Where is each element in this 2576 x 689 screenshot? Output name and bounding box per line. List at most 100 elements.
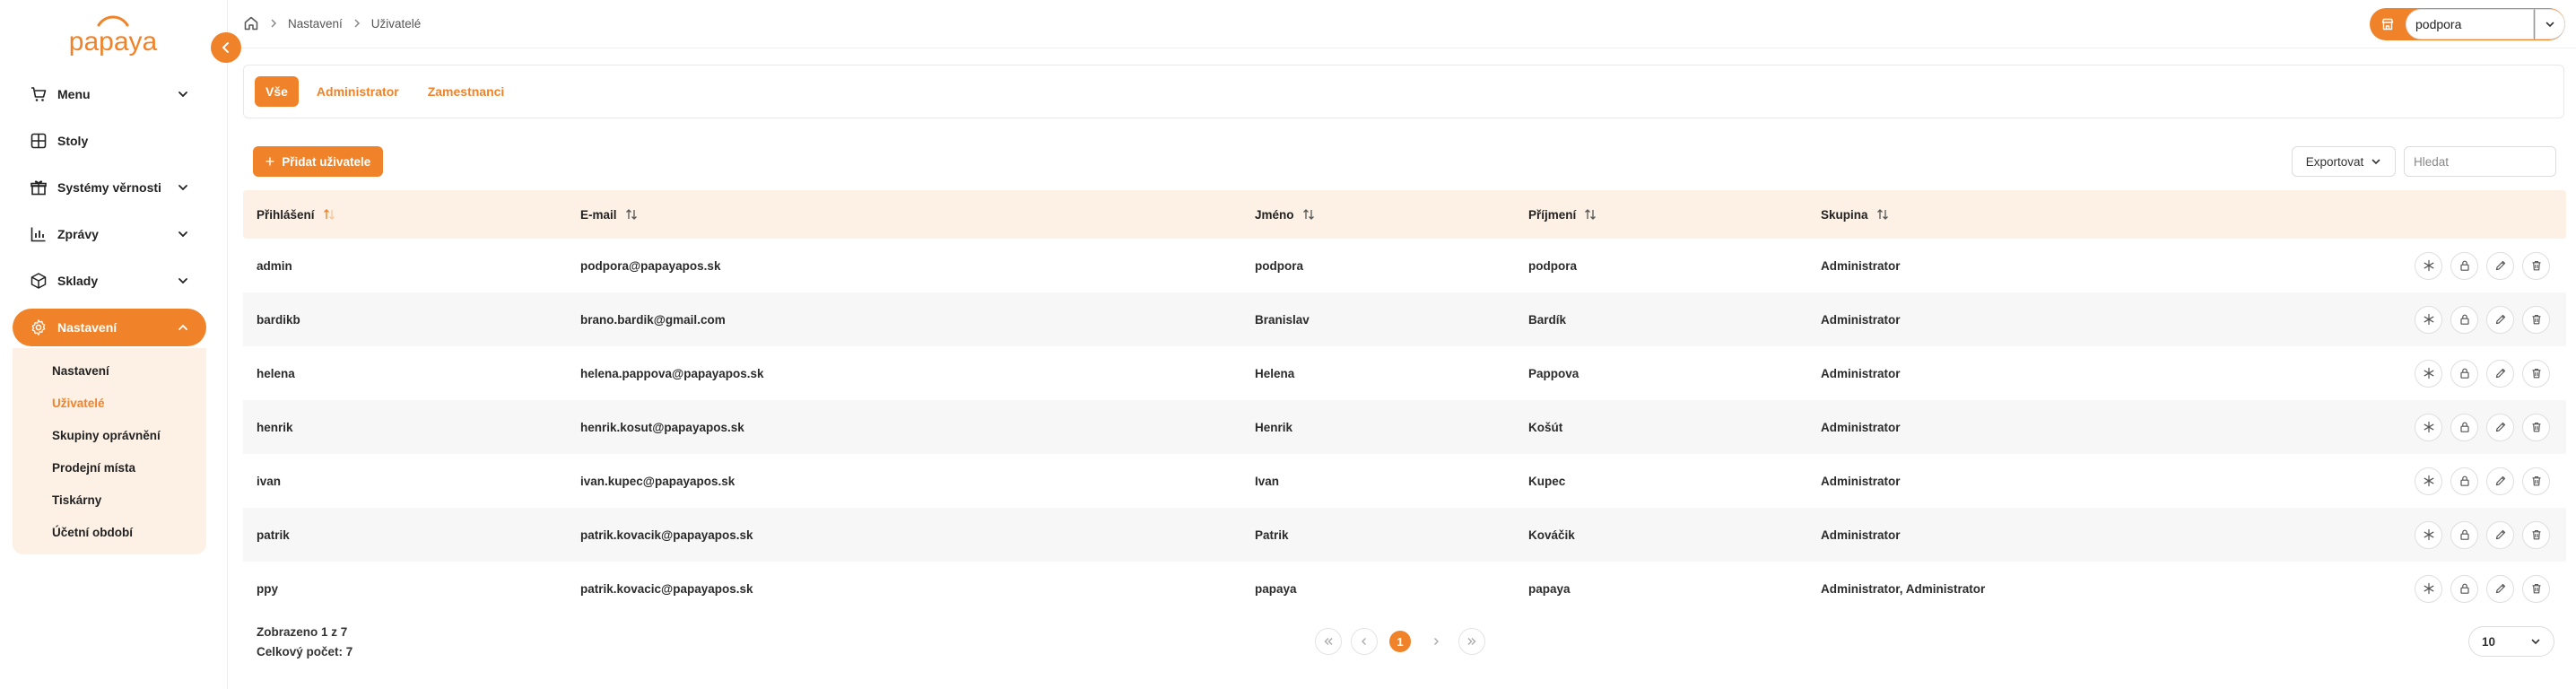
cell-login: bardikb [257, 312, 300, 327]
submenu-item-permission-groups[interactable]: Skupiny oprávnění [13, 420, 206, 452]
delete-user-button[interactable] [2522, 305, 2550, 334]
export-dropdown[interactable]: Exportovat [2292, 146, 2396, 177]
breadcrumb-users: Uživatelé [370, 16, 422, 31]
prev-page-button[interactable] [1351, 628, 1378, 655]
tab-all[interactable]: Vše [255, 76, 299, 107]
delete-user-button[interactable] [2522, 251, 2550, 280]
reset-password-button[interactable] [2415, 467, 2442, 495]
lock-user-button[interactable] [2450, 251, 2478, 280]
table-row: bardikb brano.bardik@gmail.com Branislav Ba… [243, 292, 2566, 346]
page-size-select[interactable]: 10 [2468, 626, 2554, 657]
submenu-item-accounting-periods[interactable]: Účetní období [13, 517, 206, 549]
bar-chart-icon [29, 224, 48, 244]
edit-user-button[interactable] [2486, 359, 2514, 388]
cell-first-name: papaya [1255, 581, 1297, 596]
edit-user-button[interactable] [2486, 251, 2514, 280]
column-header-first-name[interactable]: Jméno [1241, 207, 1515, 222]
sidebar-item-menu[interactable]: Menu [13, 75, 206, 113]
chevron-down-icon [2530, 636, 2541, 647]
cell-first-name: podpora [1255, 258, 1303, 273]
submenu-item-settings[interactable]: Nastavení [13, 355, 206, 388]
store-select-value[interactable]: podpora [2406, 9, 2534, 39]
row-actions [2345, 520, 2566, 549]
cell-group: Administrator [1821, 312, 1901, 327]
column-header-group[interactable]: Skupina [1807, 207, 2345, 222]
reset-password-button[interactable] [2415, 359, 2442, 388]
edit-user-button[interactable] [2486, 467, 2514, 495]
lock-icon [2459, 475, 2469, 486]
store-select[interactable]: podpora [2370, 8, 2565, 40]
lock-user-button[interactable] [2450, 359, 2478, 388]
cell-first-name: Branislav [1255, 312, 1310, 327]
sidebar-nav: Menu Stoly Systémy věrnosti Zprávy Sklad… [13, 75, 206, 554]
cell-group: Administrator [1821, 366, 1901, 380]
delete-user-button[interactable] [2522, 413, 2550, 441]
cell-login: henrik [257, 420, 293, 434]
row-actions [2345, 413, 2566, 441]
home-icon[interactable] [243, 15, 259, 31]
lock-icon [2459, 422, 2469, 432]
add-user-label: Přidat uživatele [282, 154, 371, 169]
table-row: ppy patrik.kovacic@papayapos.sk papaya papa… [243, 562, 2566, 615]
cell-first-name: Ivan [1255, 474, 1280, 488]
page-1-button[interactable]: 1 [1389, 631, 1411, 652]
tab-employees[interactable]: Zamestnanci [413, 76, 519, 107]
reset-password-button[interactable] [2415, 305, 2442, 334]
sidebar-item-warehouses[interactable]: Sklady [13, 262, 206, 300]
reset-password-button[interactable] [2415, 413, 2442, 441]
submenu-item-points-of-sale[interactable]: Prodejní místa [13, 452, 206, 484]
submenu-item-printers[interactable]: Tiskárny [13, 484, 206, 517]
papaya-logo[interactable]: papaya [61, 13, 165, 63]
table-row: admin podpora@papayapos.sk podpora podpora A… [243, 239, 2566, 292]
delete-user-button[interactable] [2522, 520, 2550, 549]
column-header-last-name[interactable]: Příjmení [1515, 207, 1807, 222]
collapse-sidebar-button[interactable] [211, 32, 241, 63]
asterisk-icon [2424, 475, 2433, 487]
trash-icon [2532, 368, 2540, 379]
table-row: henrik henrik.kosut@papayapos.sk Henrik Koš… [243, 400, 2566, 454]
tab-administrator[interactable]: Administrator [302, 76, 413, 107]
store-icon [2370, 8, 2406, 40]
export-label: Exportovat [2305, 154, 2364, 169]
row-actions [2345, 574, 2566, 603]
gear-icon [29, 318, 48, 337]
column-label: E-mail [580, 207, 617, 222]
trash-icon [2532, 314, 2540, 325]
submenu-item-users[interactable]: Uživatelé [13, 388, 206, 420]
column-header-login[interactable]: Přihlášení [243, 207, 567, 222]
reset-password-button[interactable] [2415, 574, 2442, 603]
row-actions [2345, 305, 2566, 334]
lock-user-button[interactable] [2450, 305, 2478, 334]
add-user-button[interactable]: + Přidat uživatele [253, 146, 383, 177]
edit-user-button[interactable] [2486, 413, 2514, 441]
first-page-button[interactable] [1315, 628, 1342, 655]
reset-password-button[interactable] [2415, 520, 2442, 549]
cell-group: Administrator [1821, 420, 1901, 434]
sidebar-item-stoly[interactable]: Stoly [13, 122, 206, 160]
chevron-down-icon[interactable] [2535, 9, 2565, 39]
delete-user-button[interactable] [2522, 359, 2550, 388]
edit-user-button[interactable] [2486, 305, 2514, 334]
last-page-button[interactable] [1458, 628, 1485, 655]
box-icon [29, 271, 48, 291]
lock-user-button[interactable] [2450, 467, 2478, 495]
reset-password-button[interactable] [2415, 251, 2442, 280]
search-input[interactable] [2404, 146, 2556, 177]
edit-user-button[interactable] [2486, 574, 2514, 603]
sidebar-item-reports[interactable]: Zprávy [13, 215, 206, 253]
cell-first-name: Helena [1255, 366, 1295, 380]
table-row: patrik patrik.kovacik@papayapos.sk Patrik K… [243, 508, 2566, 562]
sidebar-item-loyalty[interactable]: Systémy věrnosti [13, 169, 206, 206]
breadcrumb-settings[interactable]: Nastavení [288, 17, 343, 31]
column-header-email[interactable]: E-mail [567, 207, 1241, 222]
next-page-button[interactable] [1423, 628, 1449, 655]
lock-user-button[interactable] [2450, 520, 2478, 549]
edit-user-button[interactable] [2486, 520, 2514, 549]
page-size-value: 10 [2482, 634, 2496, 649]
lock-user-button[interactable] [2450, 413, 2478, 441]
delete-user-button[interactable] [2522, 467, 2550, 495]
delete-user-button[interactable] [2522, 574, 2550, 603]
lock-user-button[interactable] [2450, 574, 2478, 603]
sidebar-item-settings[interactable]: Nastavení [13, 309, 206, 346]
cell-email: patrik.kovacik@papayapos.sk [580, 528, 753, 542]
